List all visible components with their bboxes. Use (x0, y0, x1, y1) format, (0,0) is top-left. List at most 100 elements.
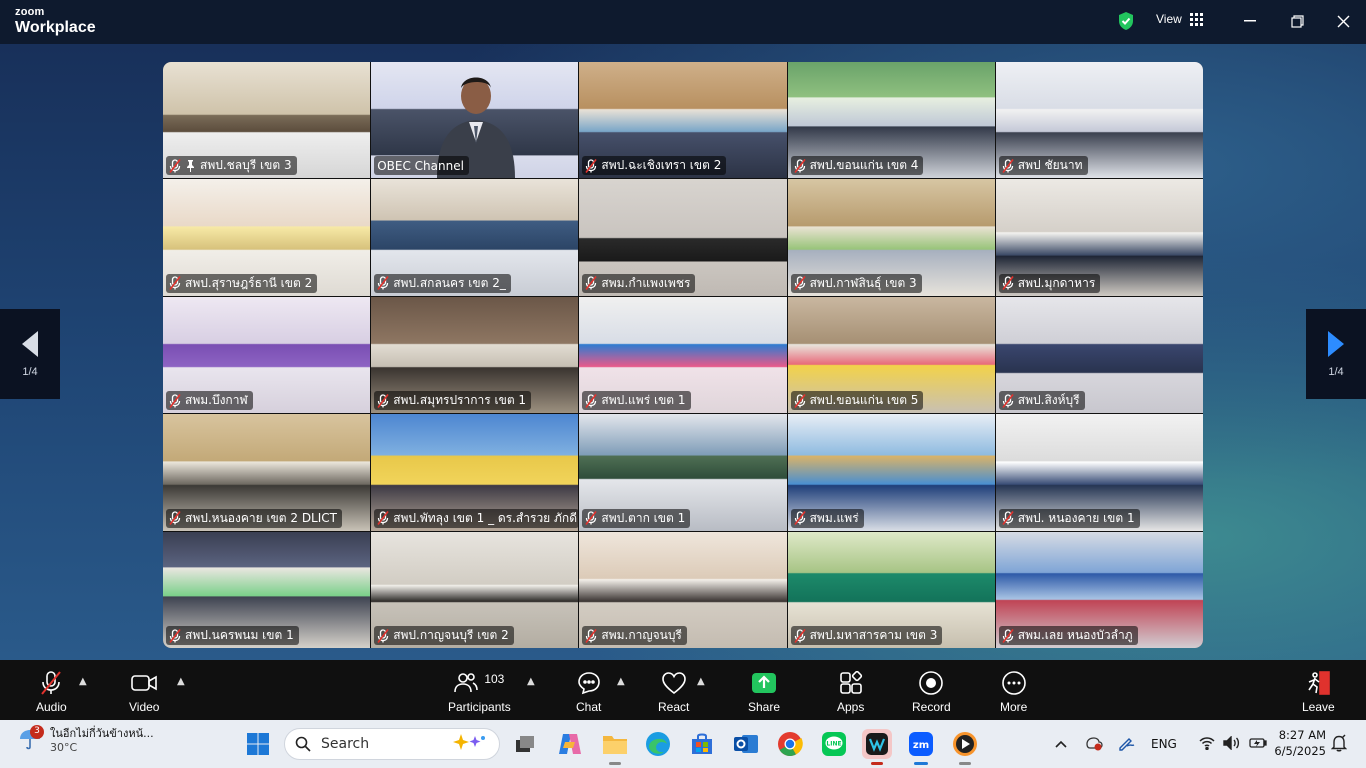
wifi-icon[interactable] (1199, 736, 1215, 753)
file-explorer-icon[interactable] (600, 729, 630, 765)
zoom-app-icon[interactable]: zm (906, 729, 936, 765)
video-options-caret[interactable]: ▲ (177, 676, 185, 687)
video-camera-icon (130, 670, 158, 696)
participant-tile[interactable]: สพป.ตาก เขต 1 (579, 414, 787, 531)
restore-button[interactable] (1285, 10, 1309, 32)
apps-icon (839, 670, 863, 696)
taskbar-clock[interactable]: 8:27 AM 6/5/2025 (1270, 728, 1326, 759)
start-button[interactable] (243, 729, 273, 759)
participant-tile[interactable]: สพป.กาญจนบุรี เขต 2 (371, 531, 579, 648)
participant-tile[interactable]: สพม.แพร่ (787, 414, 995, 531)
microsoft-store-icon[interactable] (687, 729, 717, 759)
muted-mic-icon (377, 276, 389, 291)
chat-button[interactable]: Chat (576, 670, 601, 714)
participant-tile[interactable]: สพป.พัทลุง เขต 1 _ ดร.สำรวย ภักดี (371, 414, 579, 531)
participant-tile[interactable]: สพป.มุกดาหาร (995, 179, 1203, 296)
encryption-shield-icon[interactable] (1117, 11, 1135, 31)
participant-tile[interactable]: สพป.สมุทรปราการ เขต 1 (371, 296, 579, 414)
line-messenger-icon[interactable]: LINE (819, 729, 849, 759)
participant-name: สพป.ขอนแก่น เขต 4 (809, 158, 919, 173)
participant-name-label: สพป.นครพนม เขต 1 (166, 626, 299, 645)
participant-tile[interactable]: สพป.หนองคาย เขต 2 DLICT (163, 414, 371, 531)
close-window-button[interactable] (1331, 10, 1355, 32)
participant-tile[interactable]: สพป.ฉะเชิงเทรา เขต 2 (579, 62, 787, 179)
participant-name: สพป.สกลนคร เขต 2_ (393, 275, 506, 290)
participant-name-label: สพป ชัยนาท (998, 156, 1088, 176)
participant-name: สพป.กาญจนบุรี เขต 2 (393, 628, 509, 642)
participant-name-label: สพป.มุกดาหาร (998, 273, 1101, 293)
title-bar: zoom Workplace View (0, 0, 1366, 44)
participant-tile[interactable]: สพป.ชลบุรี เขต 3 (163, 62, 371, 179)
battery-icon[interactable] (1249, 737, 1267, 752)
participant-tile[interactable]: สพม.เลย หนองบัวลำภู (995, 531, 1203, 648)
participant-tile[interactable]: สพป.สกลนคร เขต 2_ (371, 179, 579, 296)
participants-label: Participants (448, 700, 511, 714)
muted-mic-icon (793, 276, 806, 291)
weather-notification-badge: 3 (30, 725, 44, 739)
react-label: React (658, 700, 690, 714)
participant-name: สพป.สมุทรปราการ เขต 1 (393, 393, 527, 408)
muted-mic-icon (793, 511, 806, 526)
react-options-caret[interactable]: ▲ (697, 676, 705, 687)
participant-tile[interactable]: OBEC Channel (371, 62, 579, 179)
more-button[interactable]: More (1000, 670, 1027, 714)
copilot-app-icon[interactable] (555, 729, 585, 759)
leave-button[interactable]: Leave (1302, 670, 1335, 714)
network-status-icon[interactable] (1085, 735, 1103, 754)
participant-name-label: สพม.กาญจนบุรี (582, 626, 687, 645)
participant-tile[interactable]: สพป.สิงห์บุรี (995, 296, 1203, 414)
participants-button[interactable]: 103 Participants (448, 670, 511, 714)
participant-tile[interactable]: สพป.กาฬสินธุ์ เขต 3 (787, 179, 995, 296)
video-button[interactable]: Video (129, 670, 159, 714)
participant-name-label: สพม.กำแพงเพชร (582, 273, 696, 293)
input-language-indicator[interactable]: ENG (1151, 737, 1177, 751)
weather-widget[interactable]: 3 ในอีกไม่กี่วันข้างหน้... 30°C (18, 725, 154, 755)
next-page-button[interactable]: 1/4 (1306, 309, 1366, 399)
participant-tile[interactable]: สพป.สุราษฎร์ธานี เขต 2 (163, 179, 371, 296)
participant-tile[interactable]: สพป ชัยนาท (995, 62, 1203, 179)
react-button[interactable]: React (658, 670, 689, 714)
pen-input-icon[interactable] (1117, 735, 1135, 754)
participant-name: สพป.นครพนม เขต 1 (185, 628, 294, 642)
muted-mic-icon (169, 158, 181, 173)
muted-mic-icon (377, 628, 389, 643)
audio-button[interactable]: Audio (36, 670, 67, 714)
outlook-icon[interactable] (731, 729, 761, 759)
clock-time: 8:27 AM (1278, 728, 1326, 742)
volume-icon[interactable] (1223, 734, 1241, 753)
audio-options-caret[interactable]: ▲ (79, 676, 87, 687)
previous-page-button[interactable]: 1/4 (0, 309, 60, 399)
muted-mic-icon (377, 511, 389, 526)
minimize-button[interactable] (1238, 10, 1262, 32)
participant-name: สพป.ฉะเชิงเทรา เขต 2 (601, 158, 722, 173)
record-button[interactable]: Record (912, 670, 951, 714)
participants-options-caret[interactable]: ▲ (527, 676, 535, 687)
participant-name: สพม.กำแพงเพชร (601, 275, 691, 290)
chrome-browser-icon[interactable] (775, 729, 805, 759)
participant-tile[interactable]: สพป.มหาสารคาม เขต 3 (787, 531, 995, 648)
taskbar-search-box[interactable]: Search (284, 728, 500, 760)
show-hidden-icons-chevron-icon[interactable] (1055, 737, 1067, 751)
share-button[interactable]: Share (748, 670, 780, 714)
participant-tile[interactable]: สพม.กาญจนบุรี (579, 531, 787, 648)
participant-tile[interactable]: สพป.แพร่ เขต 1 (579, 296, 787, 414)
apps-button[interactable]: Apps (837, 670, 864, 714)
svg-text:zm: zm (913, 740, 929, 751)
participant-tile[interactable]: สพม.บึงกาฬ (163, 296, 371, 414)
edge-browser-icon[interactable] (643, 729, 673, 759)
participant-tile[interactable]: สพม.กำแพงเพชร (579, 179, 787, 296)
task-view-icon[interactable] (510, 729, 540, 759)
participant-tile[interactable]: สพป.นครพนม เขต 1 (163, 531, 371, 648)
chat-options-caret[interactable]: ▲ (617, 676, 625, 687)
video-label: Video (129, 700, 160, 714)
svg-text:LINE: LINE (826, 741, 841, 748)
participant-tile[interactable]: สพป.ขอนแก่น เขต 5 (787, 296, 995, 414)
webex-app-icon[interactable] (862, 729, 892, 765)
participant-tile[interactable]: สพป. หนองคาย เขต 1 (995, 414, 1203, 531)
view-button[interactable]: View (1156, 12, 1203, 26)
windows-taskbar: 3 ในอีกไม่กี่วันข้างหน้... 30°C Search L… (0, 720, 1366, 768)
notification-bell-icon[interactable] (1330, 734, 1348, 756)
participant-tile[interactable]: สพป.ขอนแก่น เขต 4 (787, 62, 995, 179)
media-player-icon[interactable] (950, 729, 980, 765)
muted-mic-icon (1002, 158, 1014, 173)
